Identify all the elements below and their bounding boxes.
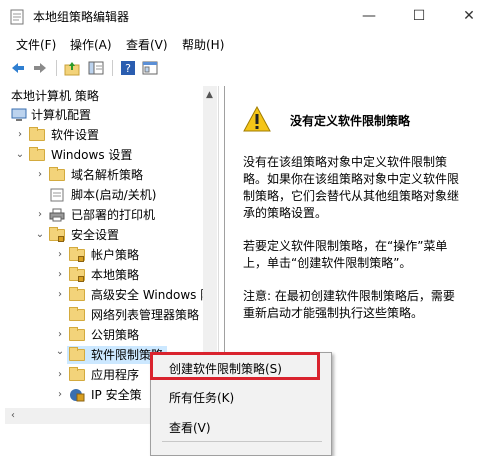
chevron-right-icon[interactable]: › [55,266,65,284]
printer-icon [49,208,65,222]
chevron-down-icon[interactable]: ⌄ [55,346,65,364]
help-icon[interactable]: ? [120,60,136,76]
chevron-right-icon[interactable]: › [35,166,45,184]
chevron-right-icon[interactable]: › [55,246,65,264]
chevron-right-icon[interactable]: › [55,366,65,384]
chevron-down-icon[interactable]: ⌄ [15,146,25,164]
menu-item-view[interactable]: 查看(V) [169,419,211,436]
menu-separator [162,441,322,442]
detail-paragraph-2: 若要定义软件限制策略，在“操作”菜单上，单击“创建软件限制策略”。 [243,239,448,270]
lock-icon [58,236,64,242]
highlight-box [150,352,320,380]
scroll-up-icon[interactable]: ▲ [206,90,213,100]
window-title: 本地组策略编辑器 [33,10,130,24]
menu-item-all-tasks[interactable]: 所有任务(K) [169,389,234,406]
toolbar-separator [112,60,113,76]
folder-icon [69,367,85,381]
tree-root[interactable]: 本地计算机 策略 [11,87,99,105]
tree-item-advanced-firewall[interactable]: › 高级安全 Windows 防 [5,286,212,304]
detail-paragraph-1: 没有在该组策略对象中定义软件限制策略。如果你在该组策略对象中定义软件限制策略，它… [243,155,460,220]
back-icon[interactable] [10,60,26,76]
tree-item-network-list-manager[interactable]: 网络列表管理器策略 [5,306,205,324]
folder-icon [69,287,85,301]
ip-security-icon [70,389,85,402]
folder-icon [49,167,65,181]
computer-icon [11,108,27,121]
chevron-right-icon[interactable]: › [15,126,25,144]
lock-icon [78,256,84,262]
toolbar-separator [56,60,57,76]
chevron-right-icon[interactable]: › [55,286,65,304]
script-icon [50,188,64,202]
folder-icon [29,147,45,161]
svg-text:?: ? [125,62,131,75]
detail-paragraph-3: 注意: 在最初创建软件限制策略后，需要重新启动才能强制执行这些策略。 [243,289,455,320]
maximize-button[interactable]: ☐ [396,0,442,32]
tree-item-public-key-policies[interactable]: › 公钥策略 [5,326,205,344]
chevron-right-icon[interactable]: › [55,326,65,344]
tree-root-label: 本地计算机 策略 [11,89,99,103]
detail-heading: 没有定义软件限制策略 [290,114,411,128]
warning-icon [243,106,271,132]
lock-icon [78,276,84,282]
show-hide-tree-icon[interactable] [88,60,104,76]
chevron-down-icon[interactable]: ⌄ [35,226,45,244]
tree-item-computer-config[interactable]: 计算机配置 [5,106,205,124]
tree-item-security-settings[interactable]: ⌄ 安全设置 [5,226,205,244]
tree-item-windows-settings[interactable]: ⌄ Windows 设置 [5,146,205,164]
properties-icon[interactable] [142,60,158,76]
tree-item-scripts[interactable]: 脚本(启动/关机) [5,186,205,204]
tree-item-software-settings[interactable]: › 软件设置 [5,126,205,144]
tree-item-name-resolution-policy[interactable]: › 域名解析策略 [5,166,205,184]
folder-icon [29,127,45,141]
folder-icon [69,327,85,341]
tree-item-account-policies[interactable]: › 帐户策略 [5,246,205,264]
menu-view[interactable]: 查看(V) [126,36,168,53]
menu-help[interactable]: 帮助(H) [182,36,224,53]
tree-item-local-policies[interactable]: › 本地策略 [5,266,205,284]
close-button[interactable]: ✕ [446,0,484,32]
tree-item-deployed-printers[interactable]: › 已部署的打印机 [5,206,205,224]
scroll-left-icon[interactable]: ‹ [11,410,15,421]
chevron-right-icon[interactable]: › [35,206,45,224]
menu-file[interactable]: 文件(F) [16,36,56,53]
up-folder-icon[interactable] [64,60,80,76]
forward-icon[interactable] [32,60,48,76]
minimize-button[interactable]: — [346,0,392,32]
chevron-right-icon[interactable]: › [55,386,65,404]
folder-icon [69,347,85,361]
folder-icon [69,307,85,321]
policy-editor-app-icon [10,9,24,25]
menu-action[interactable]: 操作(A) [70,36,112,53]
